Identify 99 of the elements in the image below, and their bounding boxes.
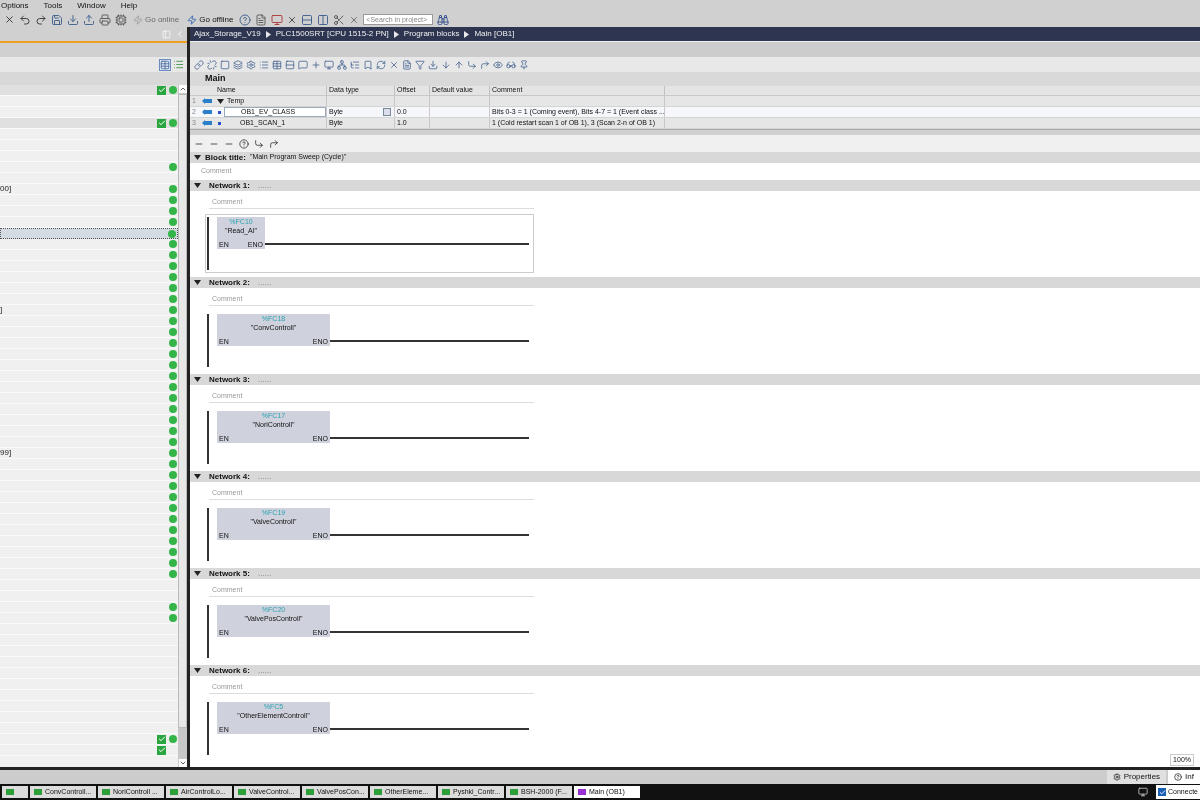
network-dots: ...... [257, 181, 272, 190]
document-icon[interactable] [255, 13, 268, 26]
breadcrumb-item[interactable]: Main [OB1] [474, 28, 515, 40]
arrow-up-icon[interactable] [454, 59, 464, 70]
monitor-icon[interactable] [324, 59, 334, 70]
network-title[interactable]: Network 2: [209, 276, 250, 289]
go-offline-button[interactable]: Go offline [185, 13, 236, 26]
network-dots: ...... [257, 375, 272, 384]
interface-icon [202, 109, 212, 115]
split-vertical-icon[interactable] [317, 13, 330, 26]
arrow-down-icon[interactable] [441, 59, 451, 70]
breadcrumb-item[interactable]: PLC1500SRT [CPU 1515-2 PN] [275, 28, 389, 40]
network-title[interactable]: Network 1: [209, 179, 250, 192]
scroll-up-icon[interactable] [178, 85, 187, 93]
tree-row[interactable] [0, 228, 178, 239]
interface-icon [202, 120, 212, 126]
save-icon[interactable] [51, 13, 63, 26]
tree-row[interactable]: 00] [0, 184, 178, 195]
undo-icon[interactable] [19, 13, 31, 26]
close-icon[interactable] [287, 14, 298, 25]
network-icon[interactable] [337, 59, 347, 70]
expand-icon[interactable] [194, 182, 201, 189]
rows-icon[interactable] [285, 59, 295, 70]
network-title[interactable]: Network 5: [209, 567, 250, 580]
expand-icon[interactable] [194, 667, 201, 674]
eye-icon[interactable] [493, 59, 503, 70]
expand-icon[interactable] [217, 97, 224, 105]
breadcrumb-item[interactable]: Ajax_Storage_V19 [194, 28, 261, 40]
chevron-icon [265, 30, 271, 38]
corner-arrow-icon[interactable] [467, 59, 477, 70]
menu-item[interactable]: Window [77, 2, 106, 10]
filter-icon[interactable] [415, 59, 425, 70]
plus-icon[interactable] [311, 59, 321, 70]
table-view-icon[interactable] [159, 58, 171, 71]
binoculars-icon[interactable] [437, 13, 450, 26]
close-icon[interactable] [349, 14, 360, 25]
taskbar-tab[interactable] [2, 786, 28, 798]
interface-icon [202, 98, 212, 104]
bullet-icon [218, 121, 221, 125]
tree-label: 00] [0, 184, 12, 193]
network-title[interactable]: Network 3: [209, 373, 250, 386]
network-dots: ...... [257, 472, 272, 481]
list-export-icon[interactable] [173, 59, 184, 70]
expand-icon[interactable] [194, 473, 201, 480]
monitor-icon[interactable] [1138, 787, 1149, 797]
info-icon [1174, 773, 1183, 781]
network-dots: ...... [257, 278, 272, 287]
split-horizontal-icon[interactable] [301, 13, 314, 26]
comment-icon[interactable] [298, 59, 308, 70]
unlink-icon[interactable] [207, 59, 217, 70]
expand-icon[interactable] [194, 279, 201, 286]
menu-item[interactable]: Help [120, 2, 138, 10]
printer-icon[interactable] [99, 13, 111, 26]
branch-icon[interactable] [269, 138, 279, 149]
scissors-icon[interactable] [333, 13, 346, 26]
network-dots: ...... [257, 569, 272, 578]
bullet-icon [218, 110, 221, 114]
tree-row[interactable]: 99] [0, 448, 178, 459]
help-icon[interactable] [239, 13, 252, 26]
chevron-icon [464, 30, 470, 38]
connection-checkbox[interactable] [1158, 788, 1167, 796]
tree-label: 99] [0, 448, 12, 457]
menu-item[interactable]: Options [1, 2, 29, 10]
glasses-icon[interactable] [506, 59, 516, 70]
expand-icon[interactable] [194, 154, 201, 161]
corner-arrow-icon[interactable] [480, 59, 490, 70]
close-icon[interactable] [389, 59, 399, 70]
table-icon[interactable] [272, 59, 282, 70]
tree-icon[interactable] [350, 59, 360, 70]
network-title[interactable]: Network 4: [209, 470, 250, 483]
link-icon[interactable] [194, 59, 204, 70]
upload-icon[interactable] [83, 13, 95, 26]
monitor-icon[interactable] [271, 13, 284, 26]
scrollbar[interactable] [178, 85, 187, 767]
download-icon[interactable] [428, 59, 438, 70]
close-icon[interactable] [4, 14, 15, 25]
chevron-icon [393, 30, 399, 38]
download-icon[interactable] [67, 13, 79, 26]
tree-label: ] [0, 305, 3, 314]
network-dots: ...... [257, 666, 272, 675]
interface-title: Main [204, 72, 227, 86]
menu-item[interactable]: Tools [43, 2, 63, 10]
layers-icon[interactable] [233, 59, 243, 70]
plug-icon [187, 14, 198, 25]
branch-icon[interactable] [254, 138, 264, 149]
scroll-down-icon[interactable] [178, 759, 187, 767]
inspector-tab[interactable]: Inf [1168, 770, 1200, 784]
expand-icon[interactable] [194, 570, 201, 577]
block-title-label: Block title: [205, 151, 246, 164]
inspector-tab[interactable]: Properties [1106, 770, 1167, 784]
tree-row[interactable]: ] [0, 305, 178, 316]
expand-icon[interactable] [194, 376, 201, 383]
plug-icon [133, 14, 143, 25]
network-title[interactable]: Network 6: [209, 664, 250, 677]
breadcrumb-item[interactable]: Program blocks [403, 28, 460, 40]
document-icon[interactable] [402, 59, 412, 70]
redo-icon[interactable] [35, 13, 47, 26]
bookmark-icon[interactable] [363, 59, 373, 70]
refresh-icon[interactable] [376, 59, 386, 70]
